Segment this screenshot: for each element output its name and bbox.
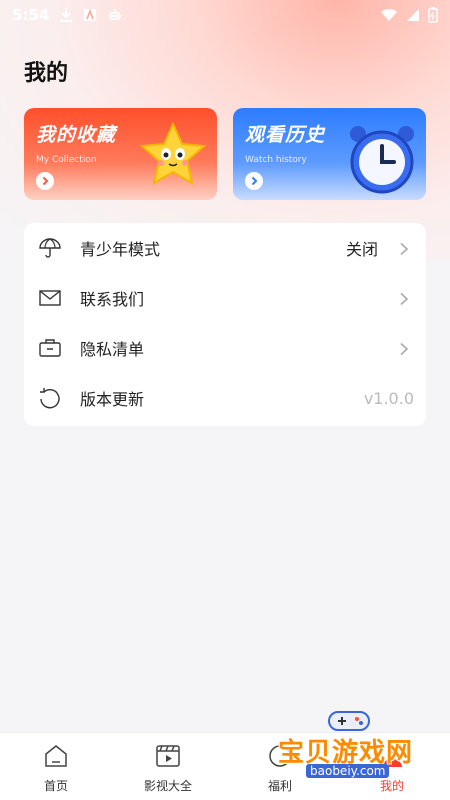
menu-item-teen-mode[interactable]: 青少年模式 关闭 bbox=[24, 223, 426, 273]
tab-home[interactable]: 首页 bbox=[0, 733, 112, 800]
watch-history-title: 观看历史 bbox=[245, 124, 326, 146]
tab-label: 首页 bbox=[43, 779, 68, 793]
version-number: v1.0.0 bbox=[363, 388, 414, 408]
settings-menu: 青少年模式 关闭 联系我们 隐私清单 版本更新 v1.0.0 bbox=[24, 223, 426, 426]
alarm-clock-icon bbox=[346, 120, 418, 200]
android-debug-icon bbox=[107, 7, 123, 23]
menu-item-version-update[interactable]: 版本更新 v1.0.0 bbox=[24, 373, 426, 423]
watch-history-subtitle: Watch history bbox=[245, 155, 307, 165]
menu-item-privacy-list[interactable]: 隐私清单 bbox=[24, 323, 426, 373]
app-notification-icon bbox=[83, 8, 97, 22]
chevron-right-icon bbox=[36, 172, 54, 190]
my-collection-title: 我的收藏 bbox=[36, 124, 117, 146]
my-collection-subtitle: My Collection bbox=[36, 155, 97, 165]
chevron-right-icon bbox=[398, 291, 410, 306]
refresh-icon bbox=[38, 386, 62, 410]
menu-item-contact-us[interactable]: 联系我们 bbox=[24, 273, 426, 323]
page-title: 我的 bbox=[24, 61, 69, 86]
film-icon bbox=[155, 743, 181, 773]
chevron-right-icon bbox=[398, 341, 410, 356]
watermark-url: baobeiy.com bbox=[306, 764, 390, 778]
download-icon bbox=[59, 7, 73, 23]
chevron-right-icon bbox=[245, 172, 263, 190]
menu-item-label: 隐私清单 bbox=[80, 340, 145, 359]
watermark: 宝贝游戏网 baobeiy.com bbox=[270, 706, 450, 780]
battery-icon bbox=[428, 7, 438, 23]
watch-history-card[interactable]: 观看历史 Watch history bbox=[233, 108, 426, 200]
umbrella-icon bbox=[38, 236, 62, 260]
signal-icon bbox=[406, 8, 420, 22]
briefcase-icon bbox=[38, 336, 62, 360]
menu-item-label: 青少年模式 bbox=[80, 240, 161, 259]
status-bar: 5:54 bbox=[0, 0, 450, 30]
teen-mode-status: 关闭 bbox=[345, 240, 378, 259]
wifi-icon bbox=[380, 8, 398, 22]
chevron-right-icon bbox=[398, 241, 410, 256]
tab-label: 影视大全 bbox=[143, 779, 192, 793]
menu-item-label: 联系我们 bbox=[80, 290, 145, 309]
status-time: 5:54 bbox=[12, 6, 50, 24]
tab-movies[interactable]: 影视大全 bbox=[112, 733, 224, 800]
my-collection-card[interactable]: 我的收藏 My Collection bbox=[24, 108, 217, 200]
mail-icon bbox=[38, 286, 62, 310]
menu-item-label: 版本更新 bbox=[80, 390, 145, 409]
home-icon bbox=[43, 743, 69, 773]
star-mascot-icon bbox=[137, 120, 209, 196]
